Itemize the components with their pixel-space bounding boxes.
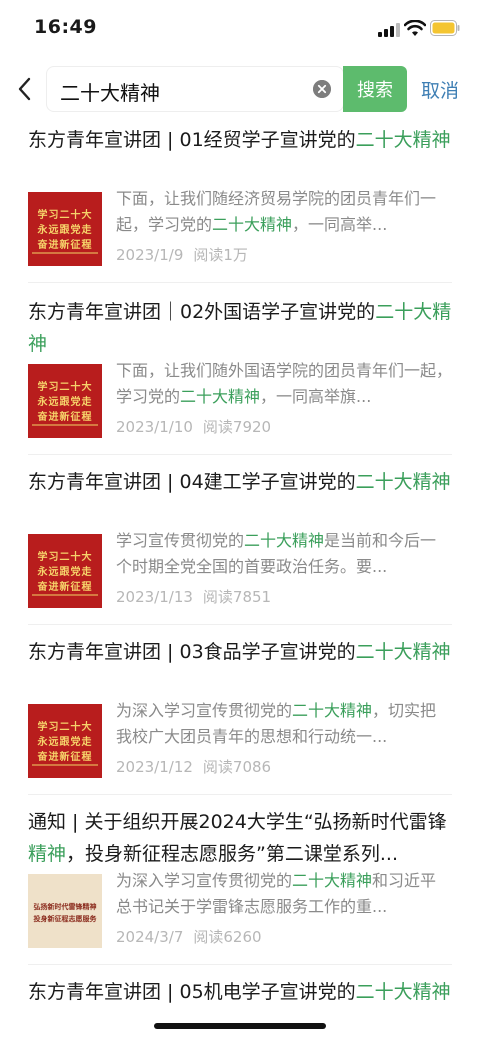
article-snippet: 下面，让我们随经济贸易学院的团员青年们一起，学习党的二十大精神，一同高举... (116, 189, 437, 234)
article-meta: 2023/1/10 阅读7920 (116, 416, 271, 437)
read-count: 阅读6260 (193, 928, 262, 946)
article-meta: 2024/3/7 阅读6260 (116, 926, 262, 947)
article-title[interactable]: 东方青年宣讲团｜02外国语学子宣讲党的二十大精神 (28, 296, 452, 360)
article-snippet: 为深入学习宣传贯彻党的二十大精神，切实把我校广大团员青年的思想和行动统一... (116, 701, 437, 746)
wifi-icon (404, 20, 426, 36)
publish-date: 2023/1/10 (116, 418, 193, 436)
divider (28, 454, 452, 455)
article-title[interactable]: 东方青年宣讲团 | 04建工学子宣讲党的二十大精神 (28, 466, 452, 498)
article-snippet: 学习宣传贯彻党的二十大精神是当前和今后一个时期全党全国的首要政治任务。要... (116, 531, 437, 576)
back-arrow-icon[interactable] (14, 74, 36, 104)
article-title[interactable]: 通知 | 关于组织开展2024大学生“弘扬新时代雷锋精神，投身新征程志愿服务”第… (28, 806, 452, 870)
read-count: 阅读7086 (202, 758, 272, 776)
article-title[interactable]: 东方青年宣讲团 | 03食品学子宣讲党的二十大精神 (28, 636, 452, 668)
clear-icon[interactable] (313, 80, 331, 98)
article-meta: 2023/1/9 阅读1万 (116, 244, 248, 265)
divider (28, 964, 452, 965)
article-thumbnail[interactable]: 学习二十大 永远跟党走 奋进新征程 (28, 704, 102, 778)
search-query[interactable]: 二十大精神 (60, 77, 160, 106)
article-thumbnail[interactable]: 弘扬新时代雷锋精神 投身新征程志愿服务 (28, 874, 102, 948)
divider (28, 624, 452, 625)
article-snippet: 为深入学习宣传贯彻党的二十大精神和习近平总书记关于学雷锋志愿服务工作的重... (116, 871, 437, 916)
status-bar: 16:49 (0, 0, 480, 56)
search-header: 二十大精神 搜索 取消 (0, 60, 480, 118)
home-indicator[interactable] (154, 1023, 326, 1029)
read-count: 阅读7920 (202, 418, 272, 436)
battery-icon (430, 20, 460, 36)
article-thumbnail[interactable]: 学习二十大 永远跟党走 奋进新征程 (28, 534, 102, 608)
cellular-signal-icon (378, 23, 400, 37)
divider (28, 794, 452, 795)
publish-date: 2023/1/12 (116, 758, 193, 776)
status-time: 16:49 (34, 16, 97, 38)
search-button[interactable]: 搜索 (343, 66, 407, 112)
publish-date: 2023/1/9 (116, 246, 184, 264)
read-count: 阅读7851 (202, 588, 272, 606)
publish-date: 2024/3/7 (116, 928, 184, 946)
article-thumbnail[interactable]: 学习二十大 永远跟党走 奋进新征程 (28, 192, 102, 266)
article-title[interactable]: 东方青年宣讲团 | 01经贸学子宣讲党的二十大精神 (28, 124, 452, 156)
article-title[interactable]: 东方青年宣讲团 | 05机电学子宣讲党的二十大精神 (28, 976, 452, 1008)
article-meta: 2023/1/13 阅读7851 (116, 586, 271, 607)
search-input[interactable]: 二十大精神 (46, 66, 344, 112)
publish-date: 2023/1/13 (116, 588, 193, 606)
cancel-button[interactable]: 取消 (421, 76, 459, 103)
divider (28, 282, 452, 283)
article-thumbnail[interactable]: 学习二十大 永远跟党走 奋进新征程 (28, 364, 102, 438)
read-count: 阅读1万 (193, 246, 248, 264)
article-meta: 2023/1/12 阅读7086 (116, 756, 271, 777)
article-snippet: 下面，让我们随外国语学院的团员青年们一起，学习党的二十大精神，一同高举旗... (116, 361, 452, 406)
